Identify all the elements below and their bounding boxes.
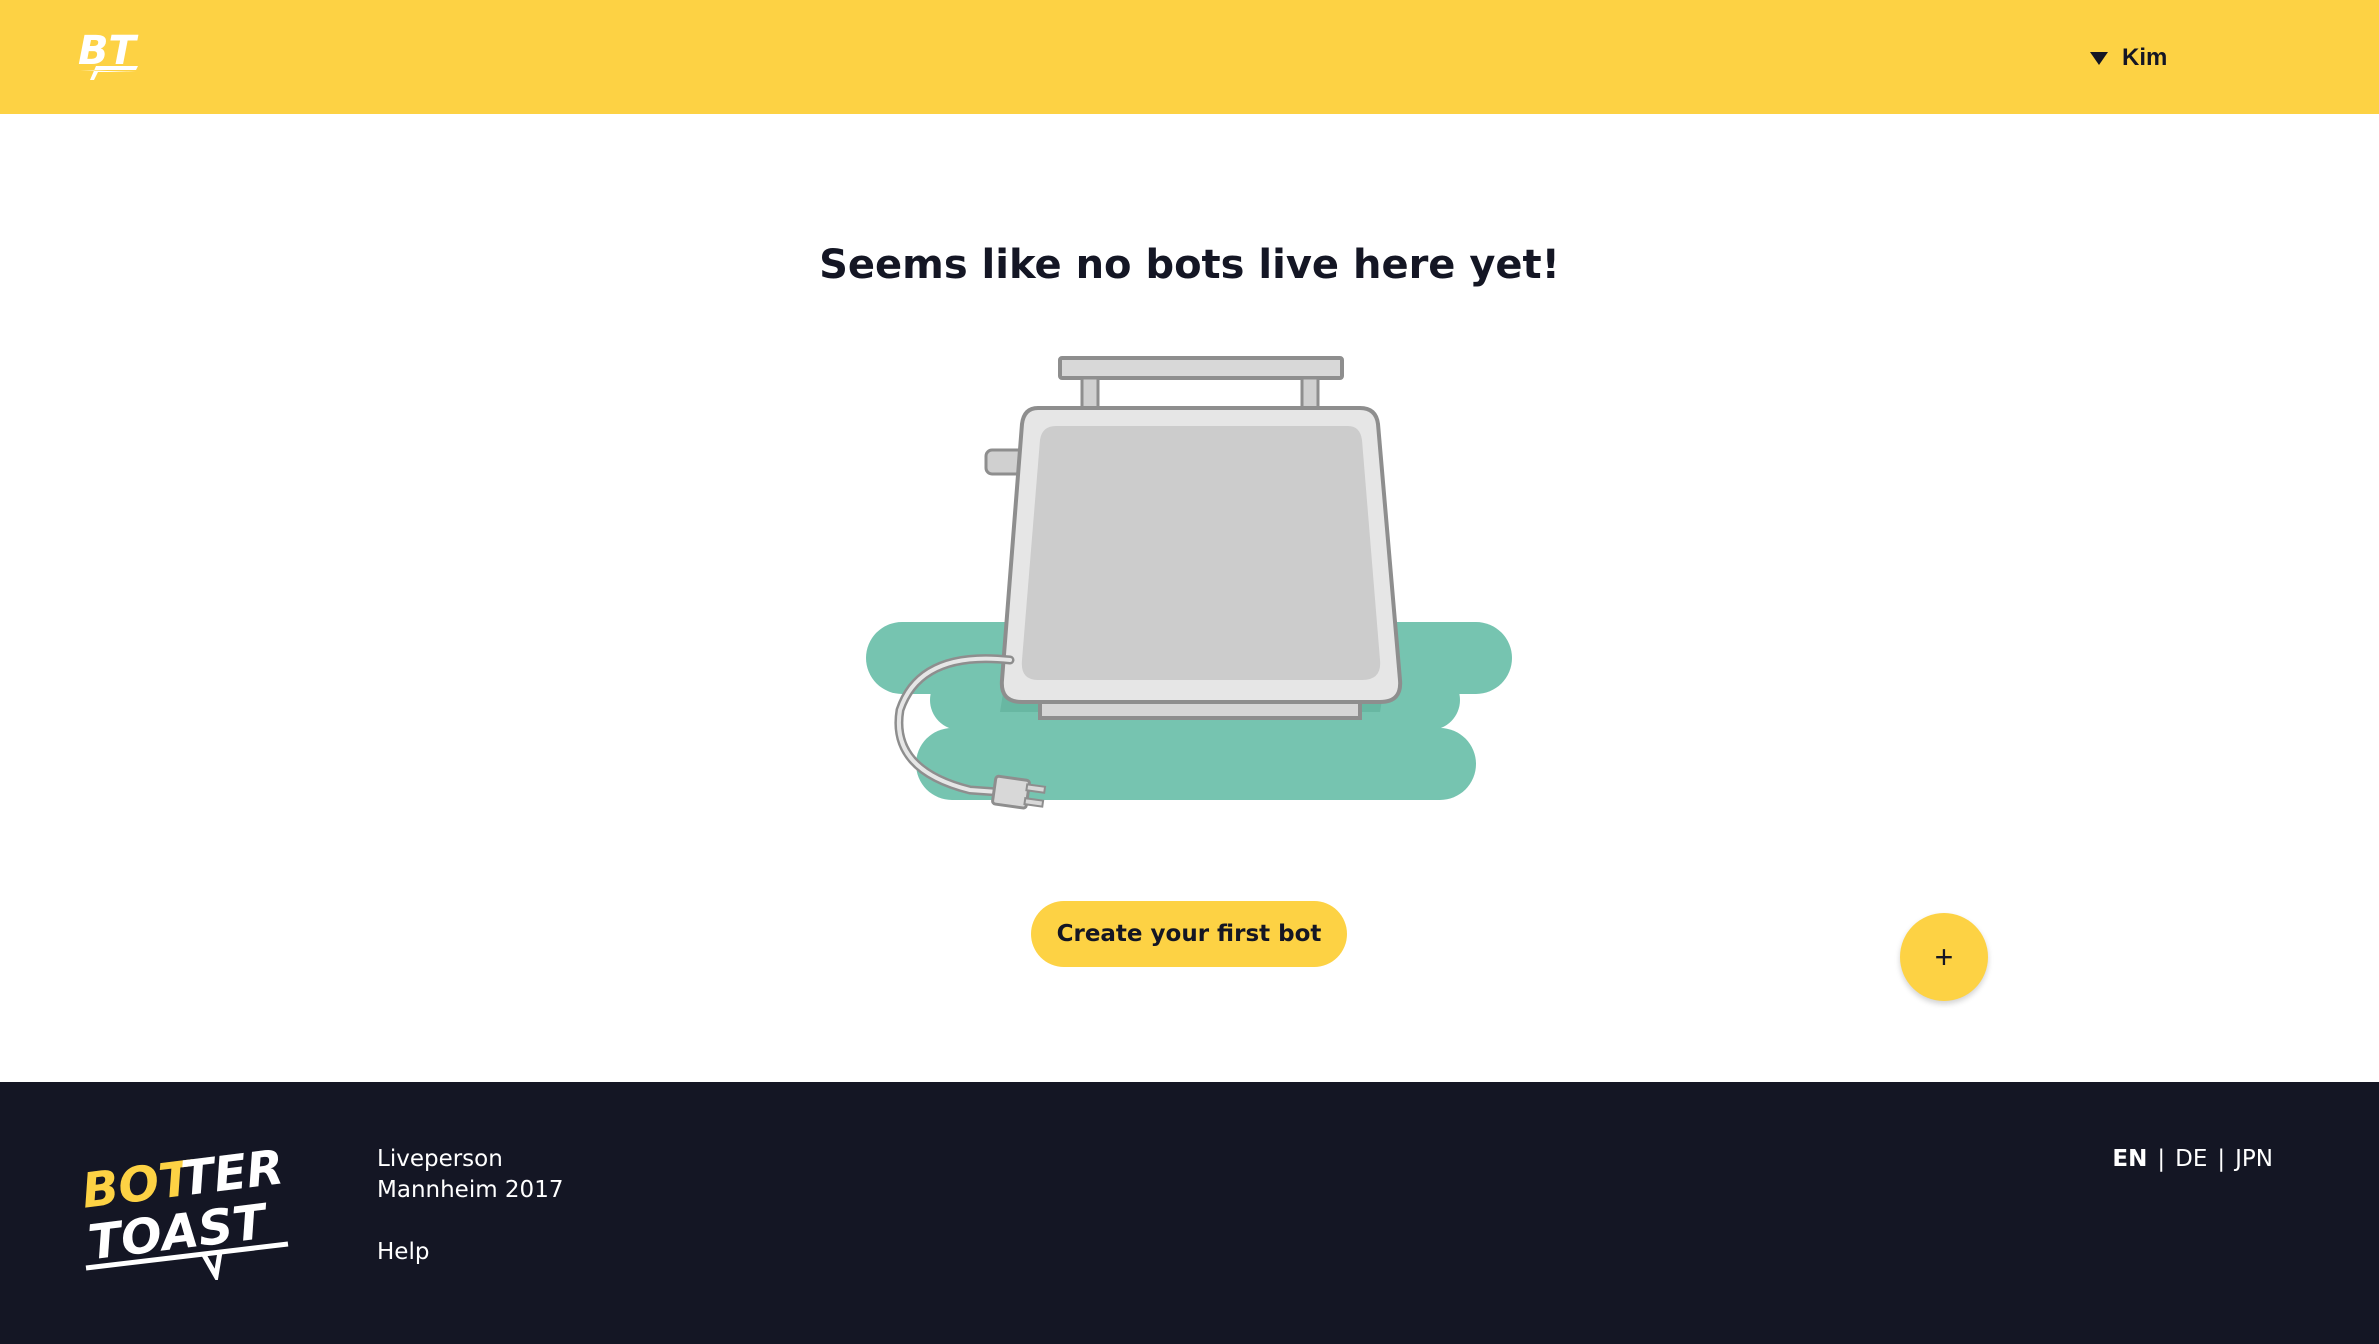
language-switcher: EN | DE | JPN [2112, 1144, 2273, 1175]
company-location: Mannheim 2017 [377, 1177, 564, 1203]
plus-icon: + [1934, 938, 1954, 975]
toaster-illustration [866, 356, 1512, 810]
footer-info: Liveperson Mannheim 2017 Help [377, 1144, 563, 1268]
lang-separator: | [2217, 1146, 2226, 1172]
user-name: Kim [2122, 44, 2168, 71]
header-bar: BT Kim [0, 0, 2379, 114]
help-link[interactable]: Help [377, 1237, 563, 1268]
add-bot-fab[interactable]: + [1900, 913, 1988, 1001]
empty-state-title: Seems like no bots live here yet! [819, 242, 1560, 288]
lang-jpn[interactable]: JPN [2235, 1144, 2273, 1175]
create-first-bot-button[interactable]: Create your first bot [1031, 901, 1347, 967]
bt-logo-icon[interactable]: BT [76, 22, 142, 90]
footer: BOT TER TOAST Liveperson Mannheim 2017 H… [0, 1082, 2379, 1344]
company-name: Liveperson [377, 1146, 503, 1172]
svg-text:BT: BT [78, 28, 138, 74]
caret-down-icon [2090, 51, 2108, 65]
user-menu[interactable]: Kim [2090, 42, 2167, 74]
lang-en[interactable]: EN [2112, 1144, 2147, 1175]
lang-de[interactable]: DE [2175, 1144, 2207, 1175]
botter-toast-logo[interactable]: BOT TER TOAST [80, 1140, 290, 1280]
lang-separator: | [2157, 1146, 2166, 1172]
